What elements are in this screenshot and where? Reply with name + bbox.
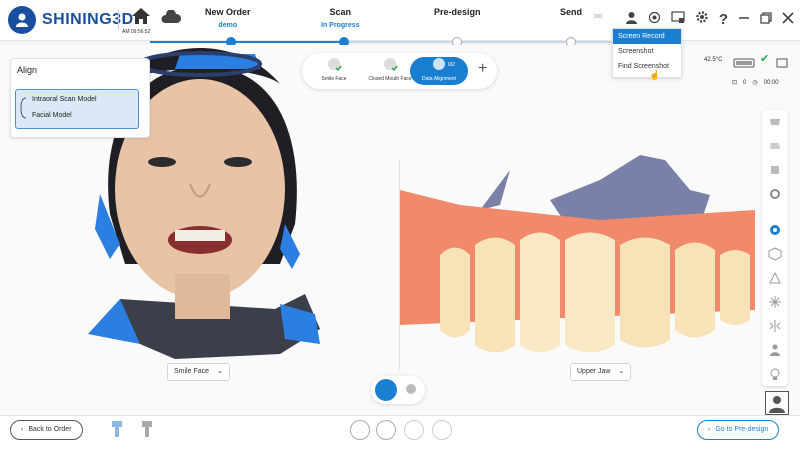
undo-icon[interactable] — [432, 420, 452, 440]
chevron-down-icon: ⌄ — [618, 368, 625, 375]
step-sub: demo — [218, 22, 238, 29]
scanner-mode-icon[interactable] — [403, 381, 419, 402]
scanner-icon[interactable] — [110, 420, 124, 443]
tab-label: Data Alignment — [422, 76, 456, 82]
tab-smile-face[interactable]: Smile Face — [308, 57, 360, 85]
step-label: Scan — [329, 7, 352, 17]
next-arrow-icon: › — [708, 426, 711, 433]
screenshot-menu: Screen Record Screenshot Find Screenshot — [612, 28, 682, 78]
upper-jaw-icon[interactable] — [762, 110, 788, 134]
connected-check-icon: ✔ — [760, 53, 770, 65]
brand-name: SHINING3D — [42, 11, 134, 28]
scanner-temperature: 42.5°C — [704, 57, 723, 63]
tab-label: Closed Mouth Face — [368, 76, 412, 82]
mesh-icon[interactable] — [762, 266, 788, 290]
workflow-track-progress — [150, 41, 345, 43]
select-value: Smile Face — [174, 368, 210, 375]
align-item-intraoral[interactable]: Intraoral Scan Model — [32, 96, 97, 103]
left-view-select[interactable]: Smile Face ⌄ — [167, 363, 230, 381]
face-mode-icon[interactable] — [375, 379, 397, 401]
mirror-icon[interactable] — [762, 314, 788, 338]
scan-counters: ⊡ 0 ◷ 00:00 — [732, 79, 779, 87]
align-item-facial[interactable]: Facial Model — [32, 112, 72, 119]
back-button-label: Back to Order — [28, 426, 72, 433]
header-divider — [118, 10, 119, 30]
right-view-select[interactable]: Upper Jaw ⌄ — [570, 363, 632, 381]
device-tag: 000 — [594, 14, 603, 20]
close-icon[interactable] — [782, 11, 794, 29]
step-sub: In Progress — [321, 22, 360, 29]
align-tool-icon[interactable] — [762, 218, 788, 242]
tab-closed-mouth-face[interactable]: Closed Mouth Face — [364, 57, 416, 85]
compare-view-icon[interactable] — [404, 420, 424, 440]
next-button-label: Go to Pre-design — [715, 426, 769, 433]
snowflake-icon[interactable] — [762, 290, 788, 314]
screen-record-icon[interactable] — [671, 10, 685, 29]
align-panel: Align Intraoral Scan Model Facial Model — [10, 58, 150, 138]
bite-icon[interactable] — [762, 158, 788, 182]
intraoral-scan-model[interactable] — [400, 150, 755, 360]
align-model-list[interactable]: Intraoral Scan Model Facial Model — [15, 89, 139, 129]
step-send[interactable]: Send — [560, 7, 582, 17]
step-label: Send — [560, 7, 583, 17]
align-panel-title: Align — [17, 65, 38, 75]
tab-data-alignment[interactable]: 0/2 Data Alignment — [410, 57, 468, 85]
step-new-order[interactable]: New Order demo — [205, 7, 251, 29]
menu-item-find-screenshot[interactable]: Find Screenshot — [613, 59, 681, 74]
help-icon[interactable]: ? — [719, 11, 728, 28]
light-icon[interactable] — [762, 362, 788, 386]
home-icon[interactable] — [130, 6, 154, 26]
center-mode-toggle — [371, 376, 425, 404]
target-icon[interactable] — [648, 11, 661, 29]
lower-jaw-icon[interactable] — [762, 134, 788, 158]
settings-icon[interactable] — [762, 182, 788, 206]
step-label: New Order — [205, 7, 251, 17]
restore-icon[interactable] — [760, 11, 772, 29]
closed-mouth-icon — [384, 58, 398, 72]
cloud-icon[interactable] — [161, 9, 182, 29]
smile-face-icon — [328, 58, 342, 72]
scan-timer: 00:00 — [763, 79, 779, 86]
data-alignment-icon — [433, 58, 445, 70]
bottom-bar: ‹ Back to Order › Go to Pre-design — [0, 415, 800, 450]
scan-type-tabs: Smile Face Closed Mouth Face 0/2 Data Al… — [302, 53, 497, 89]
back-to-order-button[interactable]: ‹ Back to Order — [10, 420, 83, 440]
battery-icon — [733, 55, 757, 73]
mouse-cursor-icon: ☝ — [649, 70, 661, 80]
brand-logo: SHINING3D — [8, 6, 134, 34]
frame-count-icon: ⊡ — [732, 80, 738, 86]
chevron-down-icon: ⌄ — [216, 368, 223, 375]
back-arrow-icon: ‹ — [21, 426, 24, 433]
calibration-icon[interactable] — [140, 420, 154, 443]
cube-icon[interactable] — [762, 242, 788, 266]
rotate-view-icon[interactable] — [376, 420, 396, 440]
tab-label: Smile Face — [321, 76, 347, 82]
menu-item-screenshot[interactable]: Screenshot — [613, 44, 681, 59]
select-value: Upper Jaw — [577, 368, 611, 375]
step-pre-design[interactable]: Pre-design — [434, 7, 481, 17]
right-toolbar — [762, 110, 788, 386]
window-controls: ? — [625, 10, 794, 29]
user-icon[interactable] — [625, 11, 638, 29]
minimize-icon[interactable] — [738, 11, 750, 29]
person-icon[interactable] — [762, 338, 788, 362]
add-tab-button[interactable]: + — [478, 60, 487, 78]
step-scan[interactable]: Scan In Progress — [321, 7, 360, 29]
avatar-icon[interactable] — [765, 391, 789, 415]
monitor-icon[interactable] — [776, 55, 788, 73]
gear-icon[interactable] — [695, 10, 709, 29]
tab-counter: 0/2 — [448, 62, 455, 68]
clock-time: AM 09:56:52 — [122, 29, 151, 35]
frame-count: 0 — [743, 79, 747, 86]
flip-view-icon[interactable] — [350, 420, 370, 440]
menu-item-screen-record[interactable]: Screen Record — [613, 29, 681, 44]
step-label: Pre-design — [434, 7, 481, 17]
go-to-pre-design-button[interactable]: › Go to Pre-design — [697, 420, 780, 440]
brand-logo-icon — [8, 6, 36, 34]
timer-icon: ◷ — [752, 80, 758, 86]
